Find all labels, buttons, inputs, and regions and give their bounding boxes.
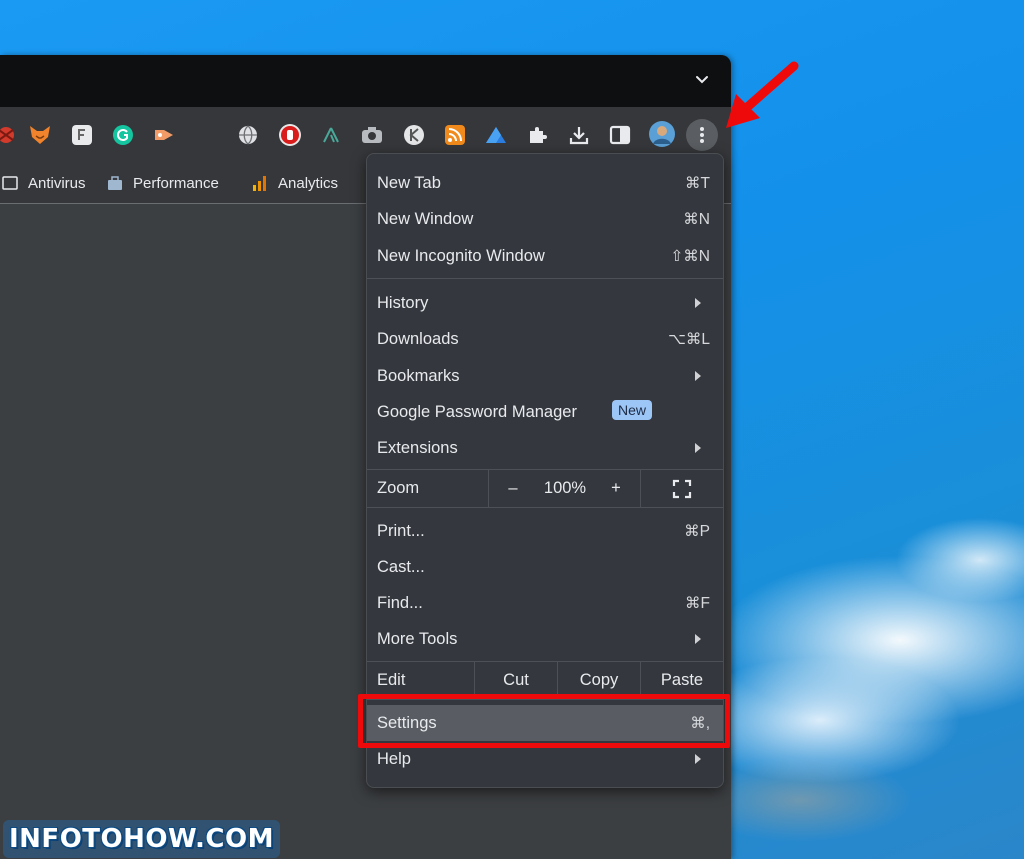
menu-item-label: Google Password Manager [377,402,577,421]
menu-item-label: Cast... [377,557,425,576]
menu-item-find[interactable]: Find... ⌘F [367,585,723,621]
menu-item-history[interactable]: History [367,285,723,321]
rss-icon[interactable] [443,123,467,147]
watermark-logo: INFOTOHOW.COM [3,820,280,858]
profile-avatar[interactable] [648,120,676,148]
menu-shortcut: ⌘T [685,174,710,192]
menu-shortcut: ⌥⌘L [668,330,710,348]
menu-item-label: Help [377,749,411,768]
chrome-main-menu: New Tab ⌘T New Window ⌘N New Incognito W… [366,153,724,788]
red-arrow-icon [726,61,799,128]
menu-item-new-tab[interactable]: New Tab ⌘T [367,165,723,201]
menu-row-zoom: Zoom – 100% + [367,470,723,507]
menu-item-extensions[interactable]: Extensions [367,430,723,466]
menu-separator [367,278,723,279]
settings-highlight-box [358,694,730,748]
tab-strip [0,55,731,107]
download-icon[interactable] [567,123,591,147]
new-badge: New [612,400,653,420]
k-icon[interactable] [402,123,426,147]
fork-icon[interactable] [319,123,343,147]
zoom-divider [640,470,641,507]
zoom-out-button[interactable]: – [502,470,524,507]
menu-item-label: New Incognito Window [377,246,545,265]
chrome-menu-button[interactable] [686,119,718,151]
bookmark-antivirus[interactable]: Antivirus [2,173,86,193]
menu-item-label: Bookmarks [377,366,460,385]
bookmark-label: Antivirus [28,174,86,192]
drive-icon[interactable] [484,123,508,147]
menu-item-new-incognito-window[interactable]: New Incognito Window ⇧⌘N [367,238,723,274]
menu-separator [367,507,723,508]
three-dots-vertical-icon [700,127,704,143]
sidepanel-icon[interactable] [608,123,632,147]
menu-item-new-window[interactable]: New Window ⌘N [367,201,723,237]
spider-icon[interactable] [0,123,18,147]
grammarly-icon[interactable] [111,123,135,147]
fullscreen-button[interactable] [667,470,697,507]
menu-item-label: New Tab [377,173,441,192]
menu-shortcut: ⇧⌘N [670,247,710,265]
submenu-arrow-icon [695,634,701,644]
menu-item-password-manager[interactable]: Google Password Manager New [367,394,723,430]
briefcase-icon [108,176,122,190]
menu-item-downloads[interactable]: Downloads ⌥⌘L [367,321,723,357]
video-icon[interactable] [152,123,176,147]
folder-icon [2,176,18,190]
menu-item-print[interactable]: Print... ⌘P [367,513,723,549]
menu-shortcut: ⌘N [683,210,710,228]
menu-shortcut: ⌘P [684,522,710,540]
menu-item-more-tools[interactable]: More Tools [367,621,723,657]
menu-item-label: Edit [377,671,406,689]
menu-item-label: History [377,293,429,312]
menu-item-label: Print... [377,521,425,540]
tab-search-chevron-icon[interactable] [695,73,709,87]
submenu-arrow-icon [695,371,701,381]
zoom-in-button[interactable]: + [605,470,627,507]
fullscreen-icon [672,479,692,498]
menu-item-label: Find... [377,593,423,612]
fox-icon[interactable] [28,123,52,147]
submenu-arrow-icon [695,754,701,764]
puzzle-icon[interactable] [526,123,550,147]
zoom-divider [488,470,489,507]
menu-item-cast[interactable]: Cast... [367,549,723,585]
submenu-arrow-icon [695,298,701,308]
menu-shortcut: ⌘F [685,594,710,612]
f-icon[interactable] [70,123,94,147]
globe-icon[interactable] [236,123,260,147]
bookmark-label: Analytics [278,174,339,192]
menu-item-label: More Tools [377,629,458,648]
submenu-arrow-icon [695,443,701,453]
menu-item-bookmarks[interactable]: Bookmarks [367,358,723,394]
analytics-icon [253,176,266,191]
bookmark-analytics[interactable]: Analytics [252,173,338,193]
menu-item-label: Downloads [377,329,459,348]
bookmark-label: Performance [133,174,219,192]
menu-item-label: Zoom [377,479,420,497]
bookmark-performance[interactable]: Performance [107,173,219,193]
hand-stop-icon[interactable] [278,123,302,147]
camera-icon[interactable] [360,123,384,147]
zoom-level: 100% [543,479,587,497]
menu-item-label: New Window [377,209,474,228]
menu-item-label: Extensions [377,438,458,457]
